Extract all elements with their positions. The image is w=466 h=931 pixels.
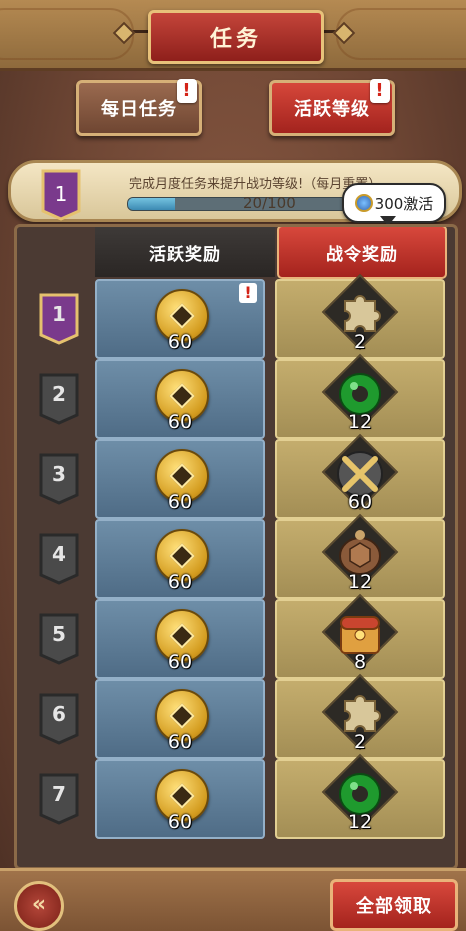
battle-pass-reward-amount: 12 (347, 571, 373, 593)
progress-description: 完成月度任务来提升战功等级!（每月重置） (129, 177, 382, 192)
bottom-bar: « 全部领取 (0, 868, 466, 931)
activate-label: 300激活 (374, 194, 434, 213)
battle-pass-reward-amount: 8 (353, 651, 367, 673)
row-level: 3 (52, 462, 66, 486)
title-plaque: 任务 (148, 10, 324, 64)
free-reward-cell[interactable]: 60 (95, 679, 265, 759)
free-reward-amount: 60 (167, 331, 193, 353)
task-screen: 任务 每日任务 ! 活跃等级 ! 1 完成月度任务来提升战功等级!（每月重置） … (0, 0, 466, 931)
tab-activity-level[interactable]: 活跃等级 ! (269, 79, 395, 136)
alert-badge: ! (177, 79, 197, 103)
free-reward-amount: 60 (167, 651, 193, 673)
column-header-battle-pass-label: 战令奖励 (326, 244, 398, 265)
free-reward-cell[interactable]: 60 (95, 359, 265, 439)
level-shield-icon: 1 (37, 293, 81, 345)
free-reward-amount: 60 (167, 411, 193, 433)
level-shield-icon: 7 (37, 773, 81, 825)
claim-all-button[interactable]: 全部领取 (330, 879, 458, 931)
reward-row: 7 60 12 (17, 753, 455, 839)
battle-pass-reward-cell[interactable]: 12 (275, 513, 445, 599)
battle-pass-reward-amount: 60 (347, 491, 373, 513)
back-arrow-icon[interactable]: « (14, 881, 64, 931)
alert-badge: ! (370, 79, 390, 103)
free-reward-amount: 60 (167, 731, 193, 753)
row-level: 7 (52, 782, 66, 806)
cloud-ornament (336, 8, 466, 60)
free-reward-amount: 60 (167, 811, 193, 833)
free-reward-amount: 60 (167, 491, 193, 513)
battle-pass-reward-cell[interactable]: 60 (275, 433, 445, 519)
reward-list-panel[interactable]: 活跃奖励 战令奖励 1 60! 2 2 60 12 3 60 60 4 60 12 5 60 8 6 60 2 7 6… (14, 224, 458, 870)
level-shield-icon: 5 (37, 613, 81, 665)
battle-pass-reward-amount: 12 (347, 411, 373, 433)
reward-row: 1 60! 2 (17, 273, 455, 359)
battle-pass-reward-cell[interactable]: 2 (275, 673, 445, 759)
battle-pass-reward-cell[interactable]: 12 (275, 753, 445, 839)
row-level: 2 (52, 382, 66, 406)
reward-row: 3 60 60 (17, 433, 455, 519)
battle-pass-reward-amount: 12 (347, 811, 373, 833)
top-bar: 任务 (0, 0, 466, 71)
reward-row: 5 60 8 (17, 593, 455, 679)
battle-pass-reward-cell[interactable]: 12 (275, 353, 445, 439)
row-level: 6 (52, 702, 66, 726)
level-flag-icon: 1 (41, 169, 81, 221)
column-header-active-label: 活跃奖励 (149, 244, 221, 265)
alert-badge: ! (239, 283, 257, 303)
row-level: 5 (52, 622, 66, 646)
battle-pass-reward-cell[interactable]: 2 (275, 273, 445, 359)
claim-all-label: 全部领取 (356, 896, 432, 917)
tab-daily-tasks-label: 每日任务 (101, 99, 177, 120)
progress-count: 20/100 (243, 194, 296, 212)
free-reward-cell[interactable]: 60 (95, 439, 265, 519)
tab-daily-tasks[interactable]: 每日任务 ! (76, 79, 202, 136)
tab-activity-level-label: 活跃等级 (294, 99, 370, 120)
column-header-active: 活跃奖励 (95, 227, 275, 277)
gem-coin-icon (354, 194, 373, 212)
battle-pass-reward-cell[interactable]: 8 (275, 593, 445, 679)
level-number: 1 (55, 182, 68, 206)
reward-row: 2 60 12 (17, 353, 455, 439)
row-level: 4 (52, 542, 66, 566)
row-level: 1 (52, 302, 66, 326)
free-reward-cell[interactable]: 60 (95, 599, 265, 679)
reward-row: 4 60 12 (17, 513, 455, 599)
reward-row: 6 60 2 (17, 673, 455, 759)
progress-fill (128, 198, 175, 210)
free-reward-cell[interactable]: 60! (95, 279, 265, 359)
level-shield-icon: 4 (37, 533, 81, 585)
level-shield-icon: 6 (37, 693, 81, 745)
battle-pass-reward-amount: 2 (353, 731, 367, 753)
level-shield-icon: 2 (37, 373, 81, 425)
free-reward-cell[interactable]: 60 (95, 759, 265, 839)
free-reward-amount: 60 (167, 571, 193, 593)
level-shield-icon: 3 (37, 453, 81, 505)
column-header-battle-pass[interactable]: 战令奖励 (277, 227, 447, 279)
free-reward-cell[interactable]: 60 (95, 519, 265, 599)
battle-pass-reward-amount: 2 (353, 331, 367, 353)
page-title: 任务 (209, 27, 262, 52)
